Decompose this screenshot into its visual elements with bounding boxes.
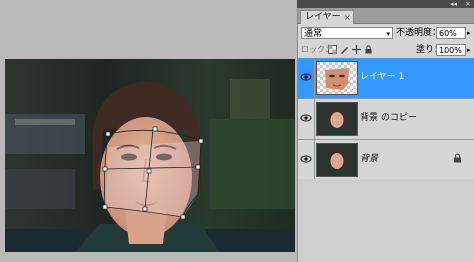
lock-fill-row: ロック： 塗り： 100% ▸ — [298, 42, 474, 59]
padlock-icon — [453, 153, 462, 166]
layer-row-background[interactable]: 背景 — [298, 140, 474, 181]
lock-image-icon[interactable] — [340, 45, 349, 54]
close-panel-icon[interactable]: × — [465, 0, 471, 8]
panel-title-bar: ◂◂ × — [297, 0, 474, 8]
layer-row-background-copy[interactable]: 背景 のコピー — [298, 99, 474, 140]
canvas-workspace — [0, 0, 297, 262]
layer-thumbnail — [316, 143, 358, 177]
lock-transparent-icon[interactable] — [328, 45, 337, 54]
close-icon[interactable]: × — [344, 11, 351, 24]
layers-empty-area — [298, 179, 474, 262]
visibility-eye-icon[interactable] — [300, 154, 312, 164]
divider — [314, 58, 315, 98]
opacity-input[interactable]: 60% — [436, 27, 466, 39]
blend-mode-select[interactable]: 通常 ▾ — [301, 27, 393, 39]
layer-name[interactable]: レイヤー 1 — [360, 71, 404, 83]
divider — [314, 99, 315, 139]
visibility-eye-icon[interactable] — [300, 72, 312, 82]
panel-tab-row: レイヤー × — [298, 8, 474, 24]
layers-panel: レイヤー × 通常 ▾ 不透明度： 60% ▸ ロック： 塗り： 100% ▸ — [297, 8, 474, 262]
opacity-label: 不透明度： — [396, 28, 442, 38]
portrait-photo — [5, 59, 295, 252]
opacity-slider-arrow-icon[interactable]: ▸ — [467, 27, 471, 39]
layer-thumbnail — [316, 61, 358, 95]
chevron-down-icon: ▾ — [386, 30, 390, 38]
visibility-eye-icon[interactable] — [300, 113, 312, 123]
layer-thumbnail — [316, 102, 358, 136]
document-canvas[interactable] — [5, 59, 295, 252]
fill-slider-arrow-icon[interactable]: ▸ — [467, 44, 471, 56]
blend-opacity-row: 通常 ▾ 不透明度： 60% ▸ — [298, 24, 474, 42]
layer-name[interactable]: 背景 — [360, 153, 378, 165]
lock-position-icon[interactable] — [352, 45, 361, 54]
blend-mode-value: 通常 — [304, 29, 323, 39]
tab-layers-label: レイヤー — [305, 12, 341, 22]
layer-row-layer-1[interactable]: レイヤー 1 — [298, 58, 474, 99]
tab-layers[interactable]: レイヤー × — [300, 10, 354, 24]
layer-name[interactable]: 背景 のコピー — [360, 112, 417, 124]
collapse-panel-icon[interactable]: ◂◂ — [450, 0, 457, 8]
lock-all-icon[interactable] — [364, 45, 373, 54]
fill-input[interactable]: 100% — [436, 44, 466, 56]
divider — [314, 140, 315, 180]
